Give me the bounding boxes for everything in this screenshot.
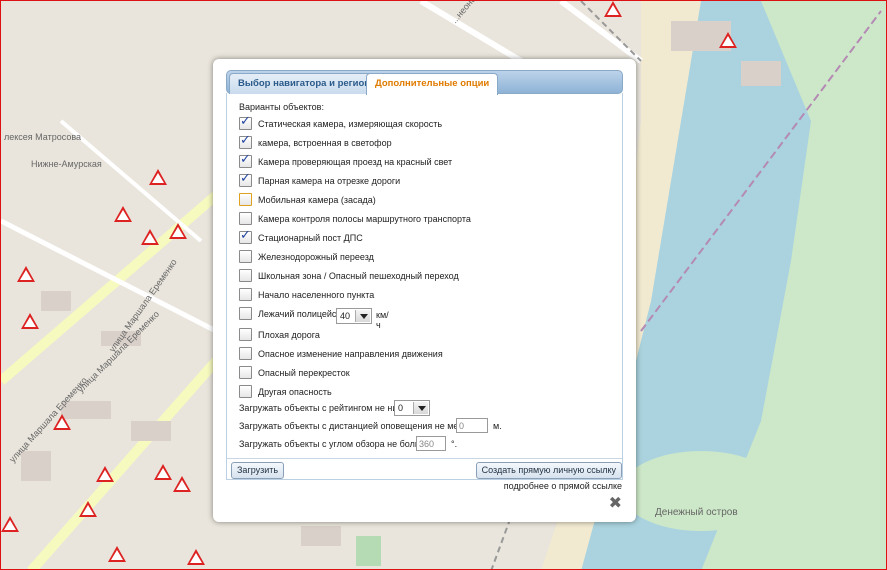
rating-label: Загружать объекты с рейтингом не ниже: (239, 403, 411, 413)
create-direct-link-button[interactable]: Создать прямую личную ссылку (475, 462, 622, 479)
chevron-down-icon (355, 310, 370, 322)
option-checkbox[interactable] (239, 288, 252, 301)
tab-navigator-region[interactable]: Выбор навигатора и региона (229, 73, 385, 94)
angle-input[interactable]: 360 (416, 436, 446, 451)
option-checkbox[interactable] (239, 152, 252, 168)
option-checkbox[interactable] (239, 228, 252, 244)
warning-sign-icon[interactable] (149, 169, 167, 185)
distance-row: Загружать объекты с дистанцией оповещени… (239, 418, 502, 434)
warning-sign-icon[interactable] (21, 313, 39, 329)
option-checkbox[interactable] (239, 366, 252, 379)
option-label: Железнодорожный переезд (258, 252, 374, 262)
option-checkbox[interactable] (239, 328, 252, 341)
angle-label: Загружать объекты с углом обзора не боль… (239, 439, 435, 449)
option-label: Стационарный пост ДПС (258, 233, 363, 243)
option-label: Камера контроля полосы маршрутного транс… (258, 214, 471, 224)
warning-sign-icon[interactable] (53, 414, 71, 430)
warning-sign-icon[interactable] (17, 266, 35, 282)
tab-additional-options[interactable]: Дополнительные опции (366, 73, 499, 95)
option-label: Начало населенного пункта (258, 290, 375, 300)
option-label: Мобильная камера (засада) (258, 195, 376, 205)
option-label: камера, встроенная в светофор (258, 138, 392, 148)
option-label: Опасное изменение направления движения (258, 349, 443, 359)
rating-row: Загружать объекты с рейтингом не ниже: 0 (239, 400, 430, 416)
tab-bar: Выбор навигатора и региона Дополнительны… (226, 70, 623, 95)
warning-sign-icon[interactable] (154, 464, 172, 480)
option-checkbox[interactable] (239, 250, 252, 263)
option-label: Статическая камера, измеряющая скорость (258, 119, 443, 129)
warning-sign-icon[interactable] (187, 549, 205, 565)
option-checkbox[interactable] (239, 307, 252, 320)
close-icon[interactable]: ✖ (609, 493, 622, 512)
warning-sign-icon[interactable] (169, 223, 187, 239)
distance-unit: м. (493, 421, 502, 431)
map-label-matrosova: лексея Матросова (4, 132, 82, 142)
object-variants-heading: Варианты объектов: (239, 102, 324, 112)
load-button[interactable]: Загрузить (231, 462, 285, 479)
option-label: Опасный перекресток (258, 368, 350, 378)
angle-unit: °. (451, 439, 458, 449)
warning-sign-icon[interactable] (108, 546, 126, 562)
warning-sign-icon[interactable] (173, 476, 191, 492)
chevron-down-icon (413, 402, 428, 414)
warning-sign-icon[interactable] (604, 1, 622, 17)
option-label: Плохая дорога (258, 330, 320, 340)
distance-input[interactable]: 0 (456, 418, 488, 433)
warning-sign-icon[interactable] (79, 501, 97, 517)
rating-select[interactable]: 0 (394, 400, 430, 416)
options-panel: Варианты объектов: Статическая камера, и… (226, 93, 623, 480)
option-checkbox[interactable] (239, 171, 252, 187)
speed-bump-select[interactable]: 40 (336, 308, 372, 324)
distance-label: Загружать объекты с дистанцией оповещени… (239, 421, 483, 431)
warning-sign-icon[interactable] (96, 466, 114, 482)
option-checkbox[interactable] (239, 193, 252, 206)
option-label: Другая опасность (258, 387, 332, 397)
option-label: Парная камера на отрезке дороги (258, 176, 401, 186)
direct-link-info-link[interactable]: подробнее о прямой ссылке (504, 481, 622, 491)
option-label: Камера проверяющая проезд на красный све… (258, 157, 453, 167)
warning-sign-icon[interactable] (1, 516, 19, 532)
map-label-nizhne-amurskaya: Нижне-Амурская (31, 159, 102, 169)
angle-row: Загружать объекты с углом обзора не боль… (239, 436, 457, 452)
option-checkbox[interactable] (239, 212, 252, 225)
option-checkbox[interactable] (239, 385, 252, 398)
warning-sign-icon[interactable] (719, 32, 737, 48)
options-dialog: Выбор навигатора и региона Дополнительны… (213, 59, 636, 522)
warning-sign-icon[interactable] (141, 229, 159, 245)
option-checkbox[interactable] (239, 347, 252, 360)
map-label-island: Денежный остров (655, 507, 738, 518)
option-checkbox[interactable] (239, 114, 252, 130)
speed-bump-unit: км/ч (376, 310, 389, 330)
warning-sign-icon[interactable] (114, 206, 132, 222)
option-label: Школьная зона / Опасный пешеходный перех… (258, 271, 459, 281)
option-checkbox[interactable] (239, 269, 252, 282)
option-checkbox[interactable] (239, 133, 252, 149)
